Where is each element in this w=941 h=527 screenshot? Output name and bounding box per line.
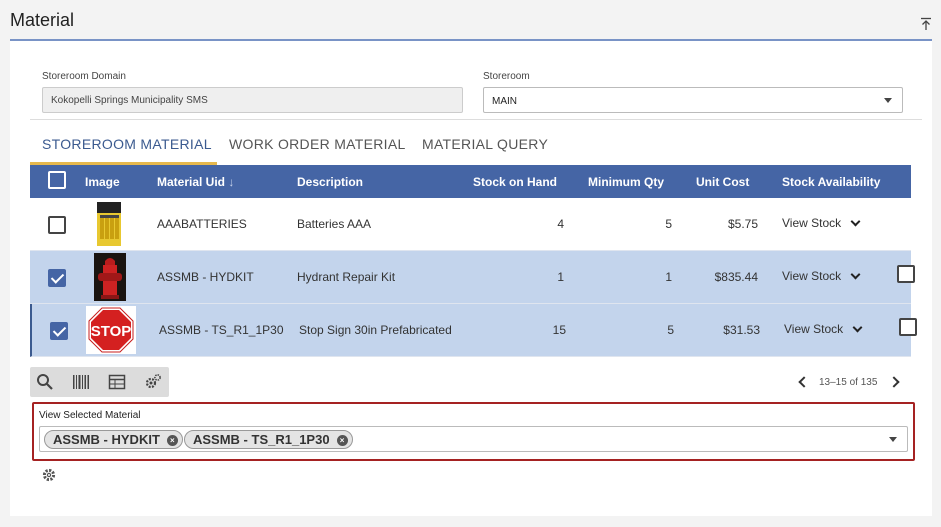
column-description[interactable]: Description [297, 175, 363, 189]
chevron-down-icon[interactable] [852, 322, 863, 333]
table-toolbar [30, 367, 169, 397]
table-header: Image Material Uid ↓ Description Stock o… [30, 165, 911, 198]
stop-sign-image: STOP [86, 306, 136, 354]
gear-icon[interactable] [42, 468, 56, 482]
column-material-uid-label: Material Uid [157, 175, 226, 189]
column-minimum-qty[interactable]: Minimum Qty [588, 175, 664, 189]
chip-label: ASSMB - TS_R1_1P30 [193, 432, 330, 447]
select-all-checkbox[interactable] [48, 171, 66, 189]
table-row[interactable]: AAABATTERIES Batteries AAA 4 5 $5.75 Vie… [30, 198, 911, 251]
tab-storeroom-material[interactable]: STOREROOM MATERIAL [30, 125, 217, 165]
dropdown-caret-icon[interactable] [889, 437, 897, 442]
unit-cost: $835.44 [714, 270, 758, 284]
storeroom-domain-value: Kokopelli Springs Municipality SMS [51, 95, 208, 106]
row-checkbox[interactable] [48, 269, 66, 287]
chevron-down-icon[interactable] [850, 269, 861, 280]
batteries-image [94, 201, 124, 247]
storeroom-value: MAIN [492, 96, 517, 107]
remove-chip-icon[interactable]: × [166, 435, 178, 446]
tab-work-order-material[interactable]: WORK ORDER MATERIAL [229, 125, 406, 165]
dropdown-caret-icon [884, 98, 892, 103]
storeroom-domain-label: Storeroom Domain [42, 71, 126, 82]
stock-on-hand: 4 [557, 217, 564, 231]
table-icon[interactable] [108, 373, 126, 391]
row-action-checkbox[interactable] [899, 318, 917, 336]
material-uid: AAABATTERIES [157, 217, 247, 231]
chevron-down-icon[interactable] [850, 216, 861, 227]
row-action-checkbox[interactable] [897, 265, 915, 283]
unit-cost: $31.53 [723, 323, 760, 337]
minimum-qty: 1 [665, 270, 672, 284]
selected-material-select[interactable]: ASSMB - HYDKIT × ASSMB - TS_R1_1P30 × [39, 426, 908, 452]
view-stock-link[interactable]: View Stock [782, 269, 841, 283]
description: Stop Sign 30in Prefabricated [299, 323, 452, 337]
barcode-icon[interactable] [72, 373, 90, 391]
storeroom-domain-field: Kokopelli Springs Municipality SMS [42, 87, 463, 113]
unit-cost: $5.75 [727, 217, 758, 231]
material-panel: Storeroom Domain Kokopelli Springs Munic… [10, 41, 932, 516]
stock-on-hand: 1 [557, 270, 564, 284]
material-uid: ASSMB - HYDKIT [157, 270, 254, 284]
view-stock-link[interactable]: View Stock [782, 216, 841, 230]
storeroom-select[interactable]: MAIN [483, 87, 903, 113]
description: Hydrant Repair Kit [297, 270, 396, 284]
stock-on-hand: 15 [552, 323, 566, 337]
minimum-qty: 5 [665, 217, 672, 231]
stop-sign-text: STOP [91, 323, 132, 340]
chip-label: ASSMB - HYDKIT [53, 432, 160, 447]
selected-chip[interactable]: ASSMB - HYDKIT × [44, 430, 183, 449]
column-unit-cost[interactable]: Unit Cost [696, 175, 749, 189]
view-selected-material-box: View Selected Material ASSMB - HYDKIT × … [32, 402, 915, 461]
storeroom-label: Storeroom [483, 71, 530, 82]
row-checkbox[interactable] [48, 216, 66, 234]
collapse-up-icon[interactable] [920, 17, 932, 31]
table-row[interactable]: ASSMB - HYDKIT Hydrant Repair Kit 1 1 $8… [30, 251, 915, 304]
column-material-uid[interactable]: Material Uid ↓ [157, 175, 234, 189]
gears-icon[interactable] [144, 373, 162, 391]
pagination-label: 13–15 of 135 [819, 377, 878, 388]
sort-down-icon: ↓ [228, 175, 235, 189]
hydrant-image [94, 253, 126, 301]
column-stock-availability[interactable]: Stock Availability [782, 175, 880, 189]
page-header: Material [0, 0, 941, 42]
remove-chip-icon[interactable]: × [336, 435, 348, 446]
tab-material-query[interactable]: MATERIAL QUERY [422, 125, 548, 165]
section-divider [30, 119, 922, 120]
column-image: Image [85, 175, 120, 189]
column-stock-on-hand[interactable]: Stock on Hand [473, 175, 557, 189]
minimum-qty: 5 [667, 323, 674, 337]
material-uid: ASSMB - TS_R1_1P30 [159, 323, 284, 337]
page-title: Material [10, 10, 75, 30]
chevron-right-icon[interactable] [888, 376, 900, 388]
table-row[interactable]: STOP ASSMB - TS_R1_1P30 Stop Sign 30in P… [30, 304, 917, 357]
search-icon[interactable] [36, 373, 54, 391]
selected-chip[interactable]: ASSMB - TS_R1_1P30 × [184, 430, 353, 449]
description: Batteries AAA [297, 217, 372, 231]
chevron-left-icon[interactable] [798, 376, 810, 388]
pagination: 13–15 of 135 [796, 373, 906, 391]
view-stock-link[interactable]: View Stock [784, 322, 843, 336]
view-selected-material-label: View Selected Material [39, 410, 141, 421]
row-checkbox[interactable] [50, 322, 68, 340]
